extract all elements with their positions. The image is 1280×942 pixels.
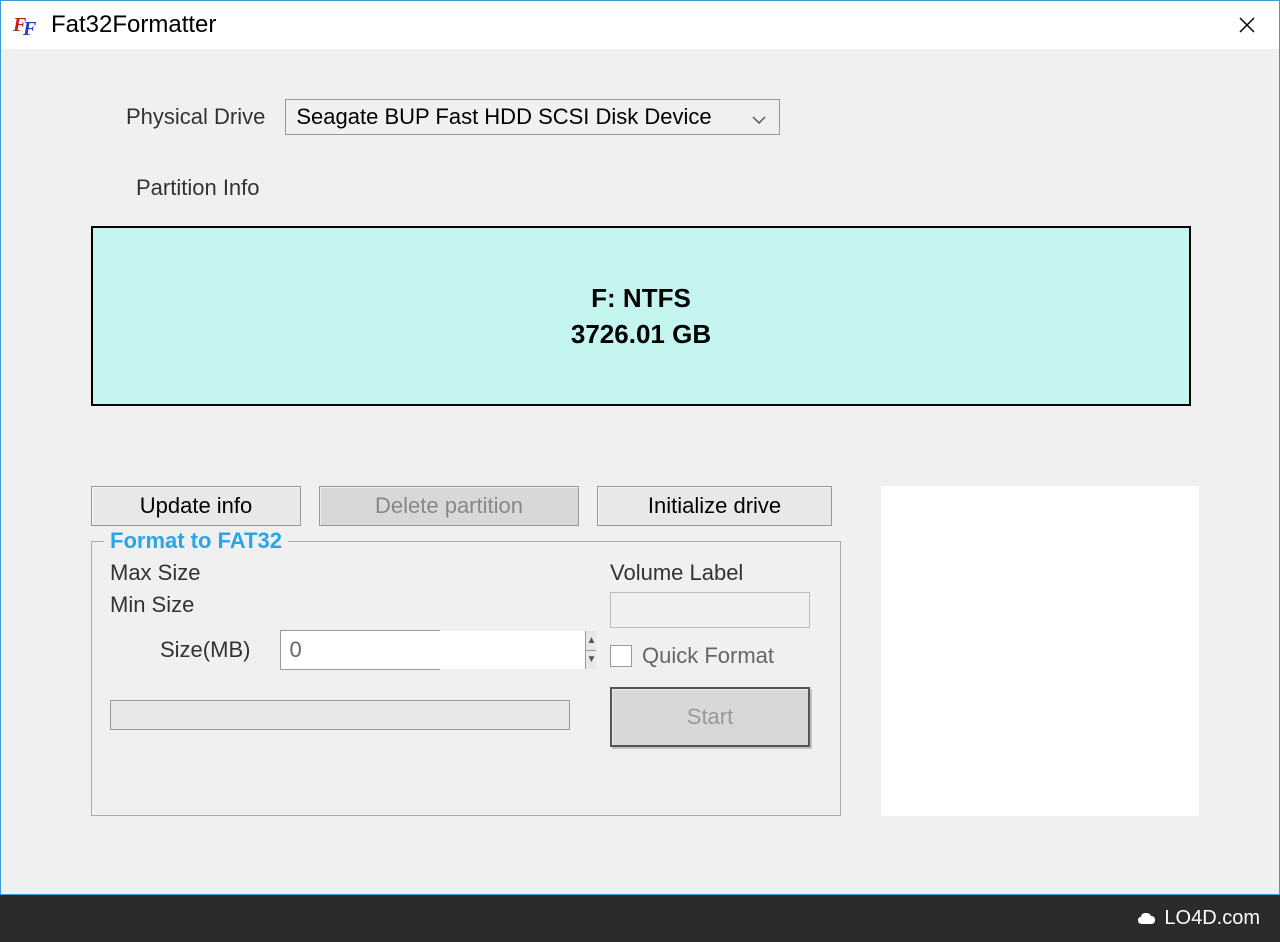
cloud-icon [1136, 908, 1158, 930]
partition-size: 3726.01 GB [571, 319, 711, 350]
partition-filesystem: F: NTFS [591, 283, 691, 314]
format-fieldset: Format to FAT32 Max Size Min Size Size(M… [91, 541, 841, 816]
delete-partition-button: Delete partition [319, 486, 579, 526]
app-icon: F F [13, 11, 41, 39]
close-icon [1239, 17, 1255, 33]
min-size-label: Min Size [110, 592, 194, 618]
chevron-down-icon [749, 104, 769, 130]
physical-drive-row: Physical Drive Seagate BUP Fast HDD SCSI… [126, 99, 1199, 135]
format-progress-bar [110, 700, 570, 730]
title-bar: F F Fat32Formatter [1, 1, 1279, 49]
size-spinner[interactable]: ▲ ▼ [280, 630, 440, 670]
spinner-down-button[interactable]: ▼ [586, 651, 596, 670]
app-window: F F Fat32Formatter Physical Drive Seagat… [0, 0, 1280, 895]
max-size-label: Max Size [110, 560, 200, 586]
physical-drive-label: Physical Drive [126, 104, 265, 130]
footer-bar: LO4D.com [0, 895, 1280, 942]
update-info-button[interactable]: Update info [91, 486, 301, 526]
drive-select-value: Seagate BUP Fast HDD SCSI Disk Device [296, 104, 749, 130]
start-button: Start [610, 687, 810, 747]
format-legend: Format to FAT32 [104, 528, 288, 554]
side-panel [881, 486, 1199, 816]
size-input[interactable] [281, 631, 585, 669]
content-area: Physical Drive Seagate BUP Fast HDD SCSI… [1, 49, 1279, 894]
volume-label-input[interactable] [610, 592, 810, 628]
partition-info-label: Partition Info [136, 175, 1199, 201]
partition-box[interactable]: F: NTFS 3726.01 GB [91, 226, 1191, 406]
window-title: Fat32Formatter [51, 11, 1227, 39]
quick-format-checkbox[interactable] [610, 645, 632, 667]
quick-format-label: Quick Format [642, 643, 774, 669]
physical-drive-select[interactable]: Seagate BUP Fast HDD SCSI Disk Device [285, 99, 780, 135]
volume-label-text: Volume Label [610, 560, 822, 586]
footer-brand: LO4D.com [1136, 907, 1260, 930]
footer-brand-text: LO4D.com [1164, 907, 1260, 930]
initialize-drive-button[interactable]: Initialize drive [597, 486, 832, 526]
close-button[interactable] [1227, 5, 1267, 45]
spinner-up-button[interactable]: ▲ [586, 631, 596, 651]
svg-text:F: F [22, 18, 37, 39]
size-mb-label: Size(MB) [160, 637, 250, 663]
